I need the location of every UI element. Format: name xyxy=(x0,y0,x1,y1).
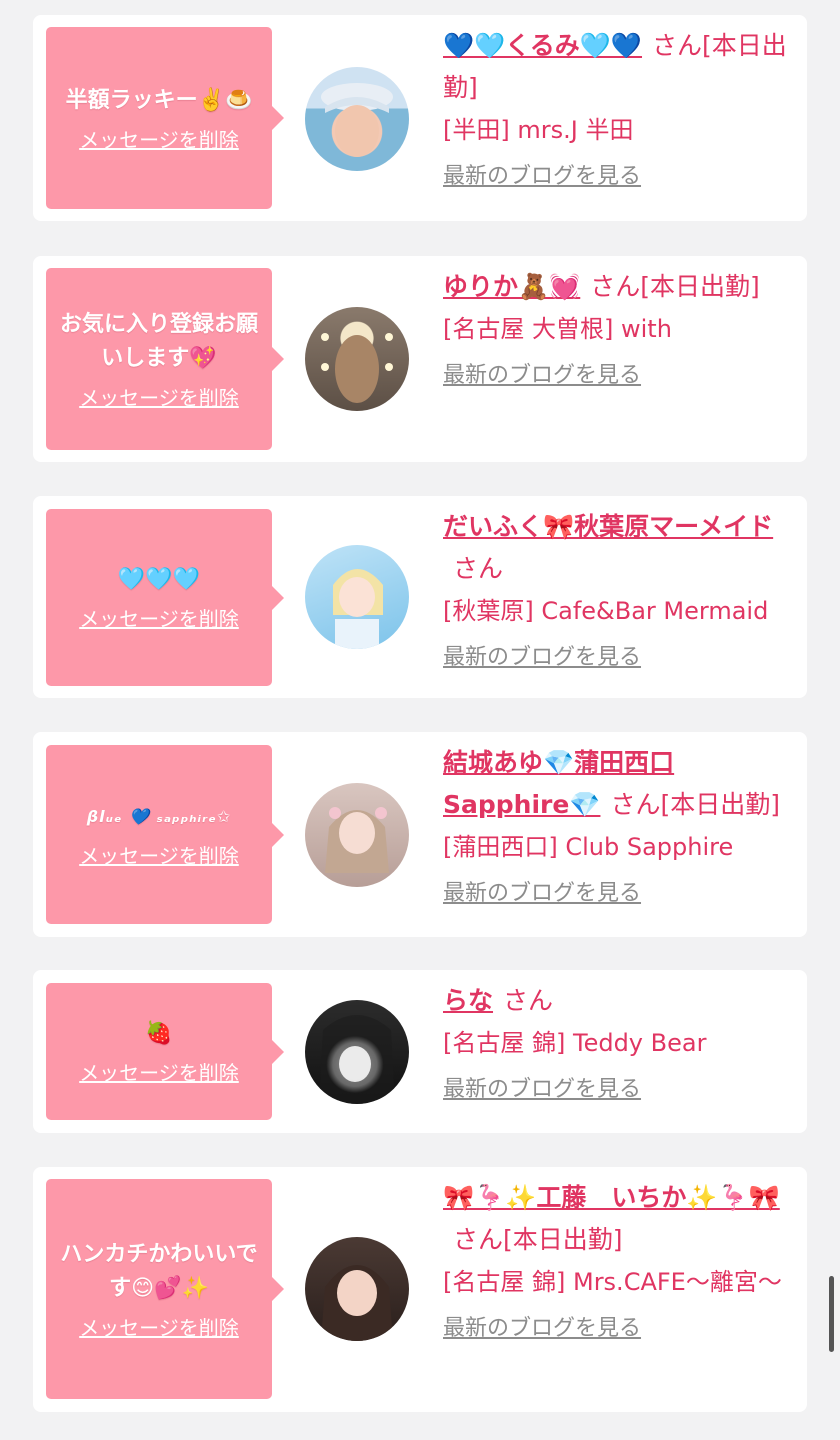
avatar[interactable] xyxy=(305,1237,409,1341)
latest-blog-link[interactable]: 最新のブログを見る xyxy=(443,878,641,910)
member-name-link[interactable]: ゆりか🧸💓 xyxy=(443,272,580,301)
latest-blog-link[interactable]: 最新のブログを見る xyxy=(443,1074,641,1106)
honorific-label: さん xyxy=(610,790,661,819)
member-name-link[interactable]: 💙🩵くるみ🩵💙 xyxy=(443,31,642,60)
favorite-card: 🍓 メッセージを削除 らな さん [名古屋 錦] Teddy Bear 最新のブロ… xyxy=(33,970,807,1133)
message-bubble: 半額ラッキー✌️🍮 メッセージを削除 xyxy=(46,27,284,209)
latest-blog-link[interactable]: 最新のブログを見る xyxy=(443,161,641,193)
avatar[interactable] xyxy=(305,783,409,887)
name-line: 💙🩵くるみ🩵💙 さん[本日出勤] xyxy=(443,25,795,109)
message-bubble: お気に入り登録お願いします💖 メッセージを削除 xyxy=(46,268,284,450)
delete-message-link[interactable]: メッセージを削除 xyxy=(79,1312,239,1341)
message-bubble: ハンカチかわいいです😊💕✨ メッセージを削除 xyxy=(46,1179,284,1399)
honorific-label: さん xyxy=(453,554,504,583)
shop-label: [蒲田西口] Club Sapphire xyxy=(443,833,734,861)
favorite-card: お気に入り登録お願いします💖 メッセージを削除 ゆりか🧸💓 さん[本日出勤] [名… xyxy=(33,256,807,462)
avatar-photo-icon xyxy=(321,1265,393,1341)
name-line: だいふく🎀秋葉原マーメイドさん xyxy=(443,506,795,590)
honorific-label: さん xyxy=(503,986,554,1015)
favorite-card: ハンカチかわいいです😊💕✨ メッセージを削除 🎀🦩✨工藤 いちか✨🦩🎀 さん[本日… xyxy=(33,1167,807,1412)
message-bubble: 🍓 メッセージを削除 xyxy=(46,983,284,1120)
name-line: 🎀🦩✨工藤 いちか✨🦩🎀 さん[本日出勤] xyxy=(443,1177,795,1261)
favorite-card: 半額ラッキー✌️🍮 メッセージを削除 💙🩵くるみ🩵💙 さん[本日出勤] [半田] … xyxy=(33,15,807,221)
member-name-link[interactable]: らな xyxy=(443,986,493,1015)
honorific-label: さん xyxy=(453,1225,504,1254)
honorific-label: さん xyxy=(590,272,641,301)
status-text: [本日出勤] xyxy=(640,272,760,301)
message-text: ハンカチかわいいです😊💕✨ xyxy=(60,1241,258,1301)
latest-blog-link[interactable]: 最新のブログを見る xyxy=(443,642,641,674)
message-text: 🩵🩵🩵 xyxy=(117,567,201,592)
name-line: 結城あゆ💎蒲田西口Sapphire💎 さん[本日出勤] xyxy=(443,742,795,826)
avatar[interactable] xyxy=(305,307,409,411)
avatar-photo-icon xyxy=(325,807,389,873)
scrollbar[interactable] xyxy=(829,1276,834,1352)
delete-message-link[interactable]: メッセージを削除 xyxy=(79,603,239,632)
status-text: [本日出勤] xyxy=(503,1225,623,1254)
message-text: お気に入り登録お願いします💖 xyxy=(59,311,258,371)
latest-blog-link[interactable]: 最新のブログを見る xyxy=(443,1313,641,1345)
name-line: らな さん xyxy=(443,980,795,1022)
shop-label: [名古屋 錦] Mrs.CAFE〜離宮〜 xyxy=(443,1268,782,1296)
avatar[interactable] xyxy=(305,1000,409,1104)
member-name-link[interactable]: 🎀🦩✨工藤 いちか✨🦩🎀 xyxy=(443,1183,780,1212)
status-text: [本日出勤] xyxy=(660,790,780,819)
member-info: 🎀🦩✨工藤 いちか✨🦩🎀 さん[本日出勤] [名古屋 錦] Mrs.CAFE〜離宮… xyxy=(443,1177,795,1345)
member-info: 💙🩵くるみ🩵💙 さん[本日出勤] [半田] mrs.J 半田 最新のブログを見る xyxy=(443,25,795,193)
message-bubble: βlᵤₑ 💙 ₛₐₚₚₕᵢᵣₑ✩ メッセージを削除 xyxy=(46,745,284,924)
delete-message-link[interactable]: メッセージを削除 xyxy=(79,1057,239,1086)
delete-message-link[interactable]: メッセージを削除 xyxy=(79,840,239,869)
message-text: 🍓 xyxy=(145,1021,173,1046)
shop-label: [名古屋 錦] Teddy Bear xyxy=(443,1029,707,1057)
favorite-card: βlᵤₑ 💙 ₛₐₚₚₕᵢᵣₑ✩ メッセージを削除 結城あゆ💎蒲田西口Sapph… xyxy=(33,732,807,937)
member-info: だいふく🎀秋葉原マーメイドさん [秋葉原] Cafe&Bar Mermaid 最… xyxy=(443,506,795,674)
latest-blog-link[interactable]: 最新のブログを見る xyxy=(443,360,641,392)
delete-message-link[interactable]: メッセージを削除 xyxy=(79,124,239,153)
honorific-label: さん xyxy=(652,31,703,60)
avatar[interactable] xyxy=(305,545,409,649)
message-bubble: 🩵🩵🩵 メッセージを削除 xyxy=(46,509,284,686)
avatar[interactable] xyxy=(305,67,409,171)
shop-label: [秋葉原] Cafe&Bar Mermaid xyxy=(443,597,769,625)
avatar-photo-icon xyxy=(321,83,393,157)
avatar-photo-icon xyxy=(321,333,393,403)
favorite-card: 🩵🩵🩵 メッセージを削除 だいふく🎀秋葉原マーメイドさん [秋葉原] Cafe&… xyxy=(33,496,807,698)
shop-label: [名古屋 大曽根] with xyxy=(443,315,672,343)
avatar-photo-icon xyxy=(319,1015,395,1104)
message-text: 半額ラッキー✌️🍮 xyxy=(65,87,253,113)
member-info: 結城あゆ💎蒲田西口Sapphire💎 さん[本日出勤] [蒲田西口] Club S… xyxy=(443,742,795,910)
name-line: ゆりか🧸💓 さん[本日出勤] xyxy=(443,266,795,308)
member-info: ゆりか🧸💓 さん[本日出勤] [名古屋 大曽根] with 最新のブログを見る xyxy=(443,266,795,392)
shop-label: [半田] mrs.J 半田 xyxy=(443,116,634,144)
member-name-link[interactable]: だいふく🎀秋葉原マーメイド xyxy=(443,512,773,541)
member-info: らな さん [名古屋 錦] Teddy Bear 最新のブログを見る xyxy=(443,980,795,1106)
delete-message-link[interactable]: メッセージを削除 xyxy=(79,382,239,411)
message-text: βlᵤₑ 💙 ₛₐₚₚₕᵢᵣₑ✩ xyxy=(86,807,232,826)
avatar-photo-icon xyxy=(333,569,383,649)
